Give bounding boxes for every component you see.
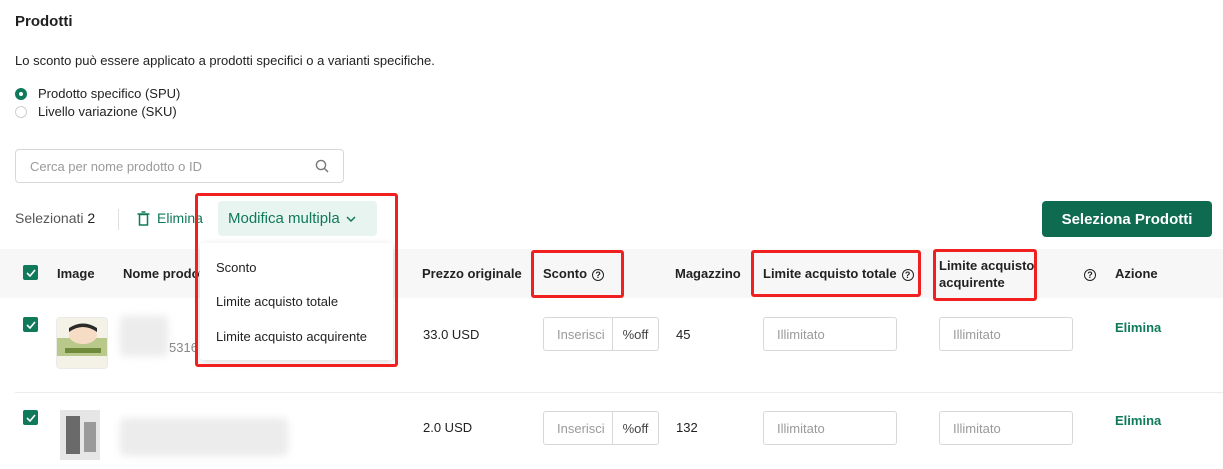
buyer-limit-input[interactable]: Illimitato [939, 411, 1073, 445]
discount-placeholder: Inserisci [557, 420, 605, 436]
product-search[interactable] [15, 149, 344, 183]
radio-spu[interactable]: Prodotto specifico (SPU) [15, 86, 180, 101]
product-id-fragment: 5316 [169, 340, 198, 355]
row-delete-link[interactable]: Elimina [1115, 320, 1161, 335]
header-image: Image [57, 266, 95, 281]
product-image [57, 318, 107, 368]
header-original-price: Prezzo originale [422, 266, 522, 281]
toolbar-divider [118, 209, 119, 230]
section-description: Lo sconto può essere applicato a prodott… [15, 53, 435, 68]
radio-sku[interactable]: Livello variazione (SKU) [15, 104, 177, 119]
total-limit-input[interactable]: Illimitato [763, 411, 897, 445]
blurred-product-name [120, 316, 168, 356]
row-stock: 132 [676, 420, 698, 435]
discount-unit: %off [612, 412, 658, 444]
discount-input[interactable]: Inserisci %off [543, 411, 659, 445]
row-price: 2.0 USD [423, 420, 473, 435]
discount-unit: %off [612, 318, 658, 350]
trash-icon [137, 210, 150, 226]
row-checkbox[interactable] [23, 410, 38, 425]
annotation-box-buyer-limit [933, 249, 1037, 301]
total-limit-input[interactable]: Illimitato [763, 317, 897, 351]
buyer-limit-input[interactable]: Illimitato [939, 317, 1073, 351]
row-checkbox[interactable] [23, 317, 38, 332]
check-icon [25, 413, 36, 422]
header-action: Azione [1115, 266, 1158, 281]
product-thumbnail [56, 317, 108, 369]
discount-input[interactable]: Inserisci %off [543, 317, 659, 351]
row-stock: 45 [676, 327, 691, 342]
radio-spu-label: Prodotto specifico (SPU) [38, 86, 181, 101]
radio-spu-indicator[interactable] [15, 87, 27, 100]
product-image [60, 410, 100, 460]
discount-placeholder: Inserisci [557, 326, 605, 342]
select-products-button[interactable]: Seleziona Prodotti [1042, 201, 1212, 237]
selected-label: Selezionati [15, 210, 84, 226]
search-input[interactable] [28, 158, 312, 175]
annotation-box-total-limit [751, 250, 921, 297]
blurred-product-name [120, 418, 288, 456]
annotation-box-bulk-menu [195, 193, 398, 367]
help-icon[interactable]: ? [1084, 268, 1096, 281]
bulk-delete-button[interactable]: Elimina [137, 210, 203, 226]
row-divider [15, 392, 1223, 393]
radio-sku-indicator[interactable] [15, 105, 27, 118]
row-delete-link[interactable]: Elimina [1115, 413, 1161, 428]
section-title: Prodotti [15, 13, 73, 30]
radio-sku-label: Livello variazione (SKU) [38, 104, 177, 119]
row-price: 33.0 USD [423, 327, 480, 342]
select-all-checkbox[interactable] [23, 265, 38, 280]
check-icon [25, 268, 36, 277]
header-buyer-limit-help: ? [1079, 266, 1096, 281]
header-stock: Magazzino [675, 266, 741, 281]
selected-counter: Selezionati 2 [15, 210, 95, 226]
selected-count: 2 [87, 210, 96, 226]
product-thumbnail [56, 408, 108, 460]
annotation-box-discount [531, 250, 624, 298]
check-icon [25, 320, 36, 329]
search-icon[interactable] [315, 159, 329, 173]
